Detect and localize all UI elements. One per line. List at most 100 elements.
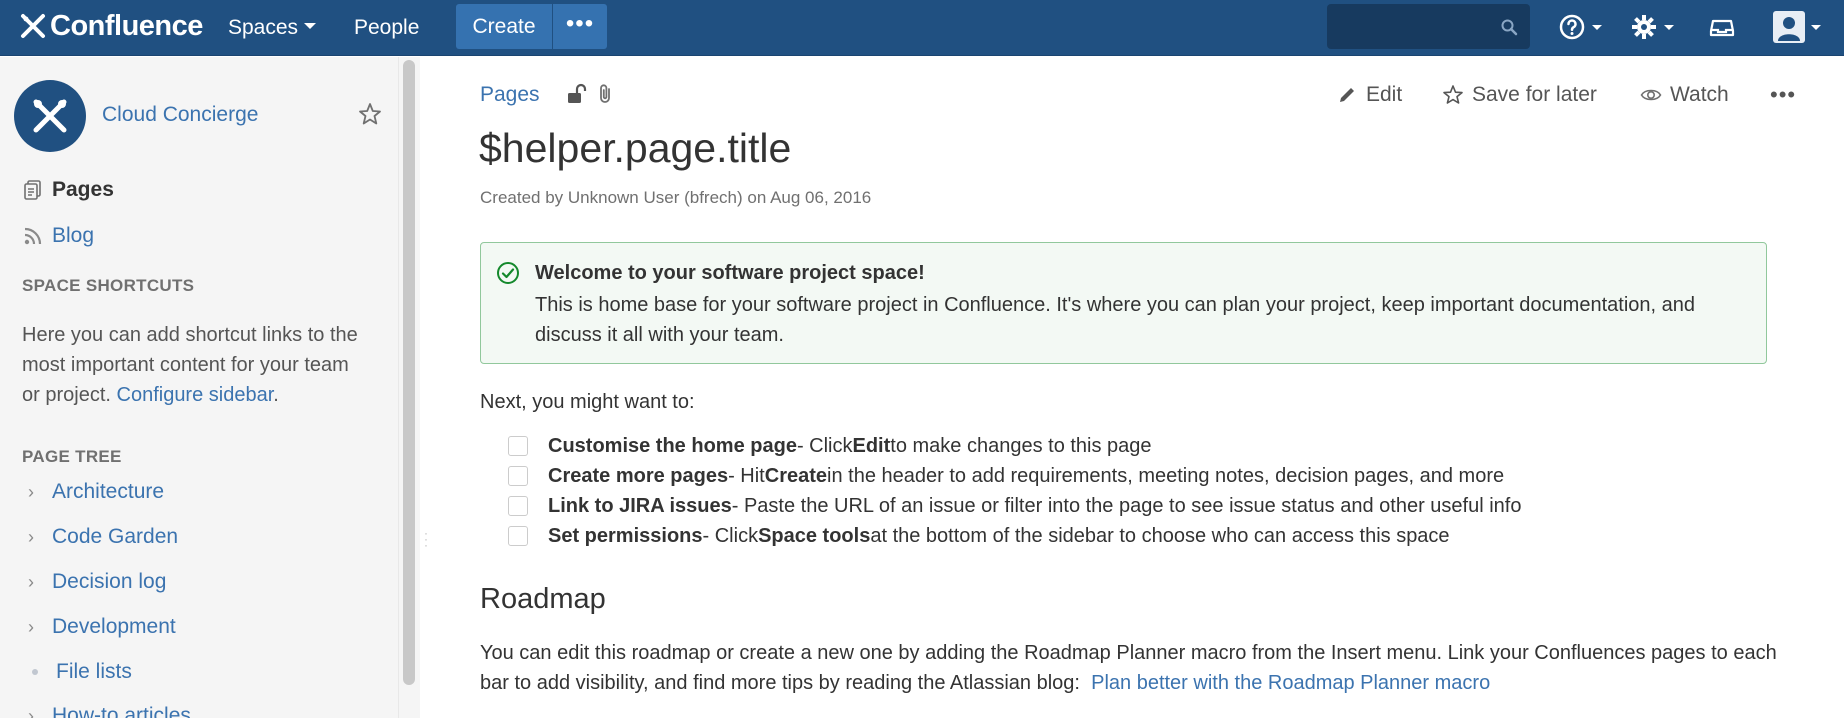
- tree-item[interactable]: › Architecture: [28, 478, 164, 506]
- pencil-icon: [1340, 88, 1354, 102]
- tree-item-label[interactable]: File lists: [56, 660, 132, 684]
- roadmap-planner-link[interactable]: Plan better with the Roadmap Planner mac…: [1091, 672, 1490, 694]
- tree-item-label[interactable]: Decision log: [52, 570, 166, 594]
- search-icon: [1501, 19, 1518, 36]
- chevron-right-icon[interactable]: ›: [28, 706, 42, 718]
- check-circle-icon: [497, 262, 519, 284]
- shortcuts-suffix: .: [273, 384, 279, 406]
- success-body: This is home base for your software proj…: [535, 294, 1695, 346]
- watch-label: Watch: [1670, 83, 1729, 106]
- task-item: Customise the home page - Click Edit to …: [508, 432, 1152, 460]
- chevron-right-icon[interactable]: ›: [28, 482, 42, 503]
- spaces-menu[interactable]: Spaces: [222, 12, 322, 44]
- task-title: Customise the home page: [548, 434, 797, 457]
- success-title: Welcome to your software project space!: [535, 262, 925, 284]
- configure-sidebar-link[interactable]: Configure sidebar: [117, 384, 274, 406]
- task-item: Link to JIRA issues - Paste the URL of a…: [508, 492, 1521, 520]
- unlock-icon[interactable]: [564, 82, 588, 106]
- chevron-down-icon: [1811, 24, 1821, 30]
- people-link-label: People: [354, 16, 420, 39]
- notifications-button[interactable]: [1708, 10, 1736, 44]
- bullet-icon: [32, 669, 38, 675]
- task-title: Set permissions: [548, 524, 703, 547]
- next-steps-intro: Next, you might want to:: [480, 391, 695, 413]
- tree-item[interactable]: File lists: [28, 658, 132, 686]
- space-name-link[interactable]: Cloud Concierge: [102, 103, 258, 127]
- task-checkbox[interactable]: [508, 436, 528, 456]
- task-checkbox[interactable]: [508, 526, 528, 546]
- tree-item[interactable]: › Decision log: [28, 568, 166, 596]
- watch-button[interactable]: Watch: [1640, 82, 1729, 108]
- page-tree-heading: PAGE TREE: [22, 447, 122, 466]
- task-sep: - Paste the URL of an issue or filter in…: [731, 494, 1522, 517]
- chevron-right-icon[interactable]: ›: [28, 527, 42, 548]
- space-avatar[interactable]: [14, 80, 86, 152]
- tree-item-label[interactable]: Architecture: [52, 480, 164, 504]
- spaces-menu-label: Spaces: [228, 16, 299, 39]
- task-checkbox[interactable]: [508, 496, 528, 516]
- task-title: Create more pages: [548, 464, 729, 487]
- chevron-down-icon: [1664, 24, 1674, 30]
- task-rest: to make changes to this page: [890, 434, 1152, 457]
- help-menu[interactable]: [1558, 10, 1602, 44]
- people-link[interactable]: People: [348, 12, 425, 44]
- task-keyword: Create: [764, 464, 828, 487]
- task-rest: in the header to add requirements, meeti…: [827, 464, 1505, 487]
- space-shortcuts-text: Here you can add shortcut links to the m…: [22, 320, 362, 410]
- confluence-logo-icon: [21, 14, 45, 38]
- user-menu[interactable]: [1773, 10, 1821, 44]
- breadcrumb[interactable]: Pages: [480, 83, 540, 107]
- page-title: $helper.page.title: [479, 125, 792, 171]
- tree-item[interactable]: › Development: [28, 613, 176, 641]
- task-keyword: Edit: [852, 434, 891, 457]
- task-sep: - Click: [702, 524, 759, 547]
- chevron-right-icon[interactable]: ›: [28, 572, 42, 593]
- tree-item-label[interactable]: Code Garden: [52, 525, 178, 549]
- more-actions-label: •••: [1770, 82, 1797, 107]
- sidebar-item-pages[interactable]: Pages: [22, 175, 114, 205]
- tree-item[interactable]: › Code Garden: [28, 523, 178, 551]
- search-input[interactable]: [1327, 4, 1530, 49]
- save-for-later-label: Save for later: [1472, 83, 1597, 106]
- task-item: Create more pages - Hit Create in the he…: [508, 462, 1504, 490]
- space-logo-icon: [33, 99, 67, 133]
- app-name: Confluence: [50, 9, 203, 42]
- star-icon: [1443, 85, 1463, 104]
- task-rest: at the bottom of the sidebar to choose w…: [870, 524, 1450, 547]
- edit-button[interactable]: Edit: [1336, 82, 1402, 108]
- chevron-down-icon: [1592, 24, 1602, 30]
- top-header: Confluence Spaces People Create •••: [0, 0, 1844, 56]
- tree-item-label[interactable]: Development: [52, 615, 176, 639]
- roadmap-heading: Roadmap: [480, 583, 606, 615]
- chevron-right-icon[interactable]: ›: [28, 617, 42, 638]
- help-icon: [1559, 14, 1585, 40]
- tree-item-label[interactable]: How-to articles: [52, 704, 191, 718]
- sidebar-scrollbar[interactable]: [403, 60, 415, 685]
- edit-label: Edit: [1366, 83, 1403, 106]
- task-checkbox[interactable]: [508, 466, 528, 486]
- star-icon[interactable]: [357, 101, 383, 127]
- gear-icon: [1632, 15, 1656, 39]
- page-more-button[interactable]: •••: [1770, 82, 1796, 108]
- settings-menu[interactable]: [1630, 10, 1674, 44]
- rss-icon: [24, 227, 42, 245]
- save-for-later-button[interactable]: Save for later: [1442, 82, 1597, 108]
- task-title: Link to JIRA issues: [548, 494, 732, 517]
- sidebar-item-label: Pages: [52, 178, 114, 201]
- confluence-logo[interactable]: Confluence: [18, 6, 203, 46]
- task-item: Set permissions - Click Space tools at t…: [508, 522, 1450, 550]
- sidebar-resize-handle[interactable]: · · ·: [424, 527, 430, 556]
- sidebar-item-blog[interactable]: Blog: [22, 221, 94, 251]
- user-avatar-icon: [1773, 11, 1805, 43]
- space-shortcuts-heading: SPACE SHORTCUTS: [22, 276, 195, 295]
- create-more-button[interactable]: •••: [553, 4, 607, 49]
- sidebar-item-label: Blog: [52, 224, 95, 247]
- tree-item[interactable]: › How-to articles: [28, 702, 191, 718]
- inbox-icon: [1709, 19, 1735, 37]
- pages-icon: [24, 180, 41, 200]
- eye-icon: [1640, 89, 1662, 101]
- create-button[interactable]: Create: [456, 4, 552, 49]
- task-keyword: Space tools: [758, 524, 871, 547]
- task-sep: - Click: [796, 434, 853, 457]
- attachment-icon[interactable]: [594, 82, 616, 106]
